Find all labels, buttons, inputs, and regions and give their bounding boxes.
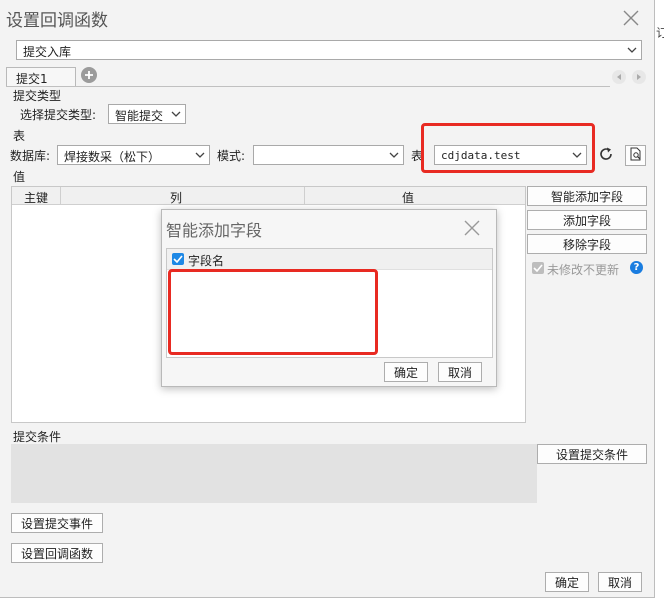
smart-add-field-label: 智能添加字段	[550, 189, 623, 204]
close-icon[interactable]	[622, 9, 640, 27]
dialog-title: 智能添加字段	[166, 221, 263, 240]
field-list-highlight-box	[168, 269, 378, 355]
values-section-label: 值	[13, 170, 26, 184]
tab-submit-1[interactable]: 提交1	[6, 67, 76, 86]
smart-add-field-dialog: 智能添加字段 字段名 确定 取消	[161, 209, 497, 387]
column-header-key: 主键	[24, 191, 49, 205]
dialog-ok-button[interactable]: 确定	[384, 362, 428, 382]
window-title: 设置回调函数	[6, 11, 108, 31]
tab-scroll-right-icon[interactable]	[632, 70, 646, 84]
table-section-label: 表	[13, 129, 26, 143]
column-divider	[60, 187, 61, 204]
chevron-down-icon	[167, 105, 185, 123]
submit-type-select[interactable]: 智能提交	[108, 104, 186, 124]
help-icon[interactable]: ?	[630, 261, 643, 274]
submit-type-section-label: 提交类型	[13, 89, 62, 103]
ok-button[interactable]: 确定	[545, 572, 589, 592]
column-header-value: 值	[402, 191, 415, 205]
action-select[interactable]: 提交入库	[16, 40, 642, 60]
set-conditions-button[interactable]: 设置提交条件	[537, 444, 647, 464]
chevron-down-icon	[191, 146, 209, 164]
database-select[interactable]: 焊接数采（松下）	[57, 145, 210, 165]
dialog-cancel-button[interactable]: 取消	[438, 362, 482, 382]
submit-type-value: 智能提交	[115, 109, 164, 123]
table-highlight-box	[421, 123, 595, 173]
set-conditions-label: 设置提交条件	[555, 447, 628, 462]
mode-select[interactable]	[253, 145, 404, 165]
no-update-label: 未修改不更新	[547, 263, 620, 277]
cancel-label: 取消	[607, 575, 632, 590]
no-update-checkbox[interactable]	[532, 262, 544, 274]
column-header-column: 列	[170, 191, 183, 205]
dialog-ok-label: 确定	[393, 365, 418, 380]
dialog-cancel-label: 取消	[447, 365, 472, 380]
action-select-value: 提交入库	[23, 45, 72, 59]
add-field-button[interactable]: 添加字段	[527, 210, 647, 230]
refresh-icon	[598, 146, 614, 165]
refresh-button[interactable]	[596, 145, 616, 165]
mode-label: 模式:	[217, 149, 246, 163]
tab-scroll-left-icon[interactable]	[612, 70, 626, 84]
dialog-close-icon[interactable]	[463, 219, 481, 237]
database-value: 焊接数采（松下）	[64, 150, 161, 164]
conditions-section-label: 提交条件	[13, 430, 62, 444]
chevron-down-icon	[623, 41, 641, 59]
add-field-label: 添加字段	[562, 213, 611, 228]
background-edge-text: 订	[656, 26, 664, 40]
database-label: 数据库:	[10, 149, 51, 163]
tab-label: 提交1	[16, 72, 48, 86]
tab-bar-line	[6, 86, 610, 87]
select-all-checkbox[interactable]	[172, 253, 184, 265]
ok-label: 确定	[554, 575, 579, 590]
smart-add-field-button[interactable]: 智能添加字段	[527, 186, 647, 206]
column-divider	[304, 187, 305, 204]
set-callback-button[interactable]: 设置回调函数	[11, 543, 103, 563]
set-callback-label: 设置回调函数	[20, 546, 93, 561]
set-submit-event-button[interactable]: 设置提交事件	[11, 513, 103, 533]
field-name-header: 字段名	[188, 254, 225, 268]
add-tab-icon[interactable]	[81, 67, 97, 83]
remove-field-label: 移除字段	[562, 237, 611, 252]
cancel-button[interactable]: 取消	[598, 572, 642, 592]
preview-document-icon	[629, 147, 643, 164]
chevron-down-icon	[385, 146, 403, 164]
set-submit-event-label: 设置提交事件	[20, 516, 93, 531]
remove-field-button[interactable]: 移除字段	[527, 234, 647, 254]
conditions-area[interactable]	[11, 444, 537, 503]
field-list-header: 字段名	[167, 249, 492, 270]
preview-button[interactable]	[625, 145, 646, 166]
submit-type-field-label: 选择提交类型:	[20, 108, 97, 122]
values-table-header: 主键 列 值	[12, 187, 525, 205]
